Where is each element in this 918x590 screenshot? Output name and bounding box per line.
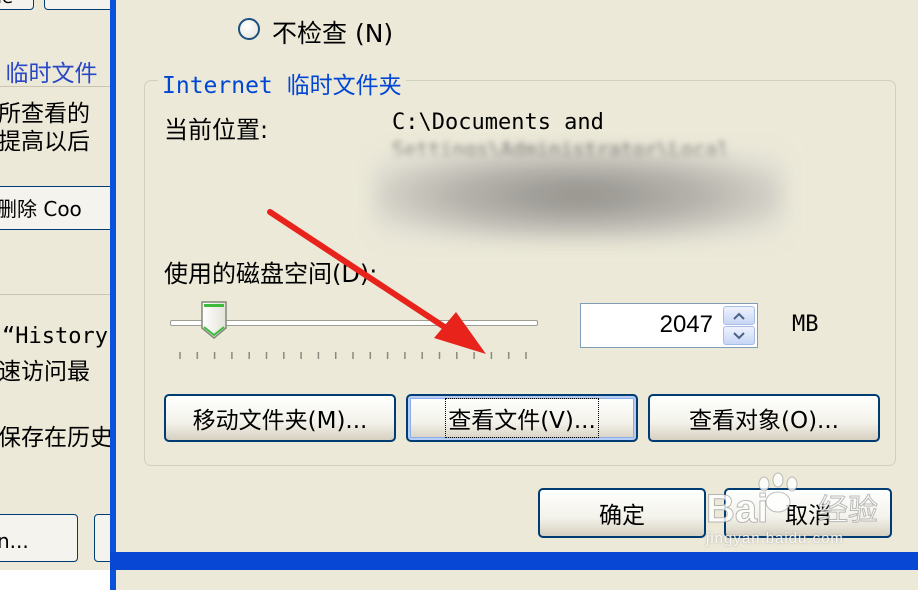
dialog-frame-bottom [110, 552, 918, 570]
disk-space-value[interactable]: 2047 [660, 311, 713, 339]
slider-tick-marks [179, 352, 527, 359]
current-location-value: C:\Documents and [392, 110, 604, 135]
spin-down-button[interactable] [723, 326, 755, 345]
view-files-button[interactable]: 查看文件(V)... [406, 394, 638, 442]
move-folder-button-label: 移动文件夹(M)... [192, 408, 368, 434]
chevron-down-icon [733, 331, 745, 339]
spin-up-button[interactable] [723, 306, 755, 325]
disk-space-slider-thumb[interactable] [200, 300, 228, 340]
bg-delete-cookies-button[interactable]: 删除 Coo [0, 186, 116, 230]
bg-top-button-2[interactable] [44, 0, 114, 10]
bg-text-line-4: 速访问最 [0, 359, 90, 385]
view-files-button-label: 查看文件(V)... [445, 398, 599, 438]
privacy-blur [374, 150, 784, 240]
bg-bottom-button-1-label: n... [0, 529, 29, 553]
bg-top-button[interactable]: ie [0, 0, 34, 10]
bg-text-line-3: “History [2, 324, 108, 349]
watermark-url: jingyan.baidu.com [706, 530, 844, 547]
radio-no-check[interactable] [238, 18, 260, 40]
bg-history-divider [0, 294, 120, 295]
bg-top-button-label: ie [0, 0, 13, 8]
bg-heading-divider [0, 86, 120, 87]
bg-text-line-5: 保存在历史 [0, 425, 113, 451]
view-objects-button[interactable]: 查看对象(O)... [648, 394, 880, 442]
ok-button-label: 确定 [599, 503, 645, 529]
current-location-label: 当前位置: [164, 116, 269, 144]
chevron-up-icon [733, 312, 745, 320]
view-objects-button-label: 查看对象(O)... [689, 408, 839, 434]
bg-bottom-button-1[interactable]: n... [0, 514, 78, 562]
bg-delete-cookies-label: 删除 Coo [0, 197, 82, 221]
disk-space-label: 使用的磁盘空间(D): [164, 260, 378, 288]
ok-button[interactable]: 确定 [538, 488, 706, 538]
disk-space-unit: MB [792, 312, 819, 337]
bg-text-line-2: 提高以后 [0, 129, 90, 155]
background-window: ie e 临时文件 所查看的 提高以后 删除 Coo e “History 速访… [0, 0, 120, 570]
group-title: Internet 临时文件夹 [158, 66, 406, 100]
disk-space-input[interactable]: 2047 [580, 303, 758, 348]
bg-temp-files-heading: e 临时文件 [0, 61, 98, 87]
cancel-button-label: 取消 [785, 503, 831, 529]
radio-no-check-label[interactable]: 不检查 (N) [272, 14, 393, 50]
move-folder-button[interactable]: 移动文件夹(M)... [164, 394, 396, 442]
